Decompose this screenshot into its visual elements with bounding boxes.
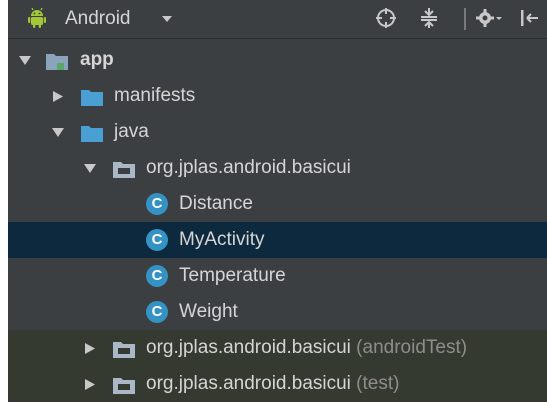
expanded-arrow-icon[interactable]	[51, 126, 65, 139]
tree-node-package[interactable]: org.jplas.android.basicui	[8, 150, 547, 186]
tree-node-label: Temperature	[179, 265, 286, 286]
expanded-arrow-icon[interactable]	[18, 54, 32, 67]
tree-node-label: app	[80, 49, 114, 70]
folder-icon	[81, 90, 103, 106]
expanded-arrow-icon[interactable]	[83, 162, 97, 175]
class-icon: C	[146, 193, 168, 215]
hide-panel-icon[interactable]	[518, 7, 540, 29]
tree-node-label: org.jplas.android.basicui	[146, 157, 351, 178]
source-set-suffix: (test)	[350, 373, 400, 394]
collapsed-arrow-icon[interactable]	[51, 90, 65, 103]
project-panel: Android app manifests java org.jplas.and…	[8, 0, 547, 402]
folder-icon	[81, 126, 103, 142]
package-icon	[113, 378, 135, 394]
view-selector-label[interactable]: Android	[65, 8, 131, 30]
tree-node-label: org.jplas.android.basicui (test)	[146, 373, 399, 395]
gear-icon[interactable]	[474, 7, 504, 29]
android-icon	[28, 7, 46, 28]
tree-node-label: org.jplas.android.basicui (androidTest)	[146, 337, 467, 359]
tree-node-package-test[interactable]: org.jplas.android.basicui (test)	[8, 366, 547, 402]
collapse-all-icon[interactable]	[418, 7, 440, 29]
tree-node-java[interactable]: java	[8, 114, 547, 150]
collapsed-arrow-icon[interactable]	[83, 342, 97, 355]
project-toolbar: Android	[8, 0, 547, 39]
tree-node-label: Weight	[179, 301, 238, 322]
class-icon: C	[146, 265, 168, 287]
tree-node-class-selected[interactable]: C MyActivity	[8, 222, 547, 258]
class-icon: C	[146, 229, 168, 251]
tree-node-label: Distance	[179, 193, 253, 214]
package-icon	[113, 162, 135, 178]
dropdown-arrow-icon[interactable]	[160, 13, 174, 25]
tree-node-package-android-test[interactable]: org.jplas.android.basicui (androidTest)	[8, 330, 547, 366]
locate-target-icon[interactable]	[375, 7, 397, 29]
class-icon: C	[146, 301, 168, 323]
package-name: org.jplas.android.basicui	[146, 337, 351, 358]
tree-node-label: java	[114, 121, 149, 142]
package-name: org.jplas.android.basicui	[146, 373, 351, 394]
collapsed-arrow-icon[interactable]	[83, 378, 97, 391]
tree-node-manifests[interactable]: manifests	[8, 78, 547, 114]
tree-node-class[interactable]: C Distance	[8, 186, 547, 222]
module-folder-icon	[46, 54, 68, 70]
tree-node-label: MyActivity	[179, 229, 265, 250]
tree-node-label: manifests	[114, 85, 196, 106]
package-icon	[113, 342, 135, 358]
source-set-suffix: (androidTest)	[350, 337, 468, 358]
tree-node-app[interactable]: app	[8, 42, 547, 78]
toolbar-separator	[464, 8, 466, 30]
tree-node-class[interactable]: C Weight	[8, 294, 547, 330]
tree-node-class[interactable]: C Temperature	[8, 258, 547, 294]
